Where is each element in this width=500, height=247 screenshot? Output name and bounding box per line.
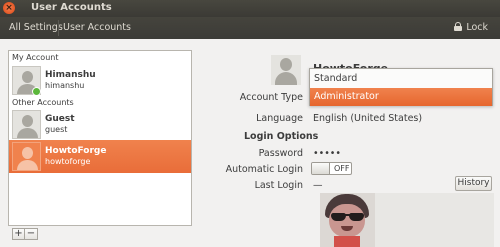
history-button[interactable]: History [455, 176, 492, 191]
last-login-value: — [313, 180, 323, 191]
password-label: Password [258, 148, 303, 159]
language-value[interactable]: English (United States) [313, 113, 422, 124]
close-icon[interactable]: × [3, 2, 15, 14]
password-value[interactable]: ••••• [313, 148, 341, 159]
lock-button[interactable]: Lock [454, 20, 488, 36]
avatar [12, 110, 41, 139]
dropdown-option-standard[interactable]: Standard [310, 70, 492, 88]
user-login: himanshu [45, 81, 85, 90]
list-buttons: + − [12, 228, 38, 241]
image-background [375, 193, 494, 247]
remove-user-button[interactable]: − [25, 228, 38, 240]
user-login: guest [45, 125, 68, 134]
user-row-himanshu[interactable]: Himanshu himanshu [9, 64, 191, 97]
online-status-icon [32, 87, 41, 96]
login-options-title: Login Options [244, 131, 319, 142]
user-name: Guest [45, 114, 75, 124]
user-name: HowtoForge [45, 146, 107, 156]
other-accounts-label: Other Accounts [12, 98, 74, 107]
account-type-label: Account Type [239, 92, 303, 103]
account-type-dropdown: Standard Administrator [309, 68, 493, 106]
user-row-howtoforge[interactable]: HowtoForge howtoforge [9, 140, 191, 173]
language-label: Language [256, 113, 303, 124]
automatic-login-toggle[interactable]: OFF [311, 162, 352, 175]
last-login-label: Last Login [254, 180, 303, 191]
account-avatar[interactable] [271, 55, 301, 85]
user-accounts-breadcrumb: User Accounts [58, 20, 133, 36]
window-title: User Accounts [31, 2, 112, 13]
my-account-label: My Account [12, 53, 59, 62]
add-user-button[interactable]: + [12, 228, 25, 240]
user-login: howtoforge [45, 157, 91, 166]
all-settings-button[interactable]: All Settings [7, 20, 65, 36]
dropdown-option-administrator[interactable]: Administrator [310, 88, 492, 106]
toolbar: All Settings User Accounts Lock [0, 17, 500, 39]
avatar [12, 142, 41, 171]
user-name: Himanshu [45, 70, 96, 80]
toggle-knob [312, 163, 330, 174]
lock-label: Lock [466, 22, 488, 33]
toggle-state: OFF [334, 164, 350, 173]
mascot-image [320, 193, 375, 247]
lock-icon [454, 22, 463, 31]
automatic-login-label: Automatic Login [225, 164, 303, 175]
title-bar: × User Accounts [0, 0, 500, 17]
user-row-guest[interactable]: Guest guest [9, 108, 191, 141]
user-list: My Account Himanshu himanshu Other Accou… [8, 50, 192, 226]
